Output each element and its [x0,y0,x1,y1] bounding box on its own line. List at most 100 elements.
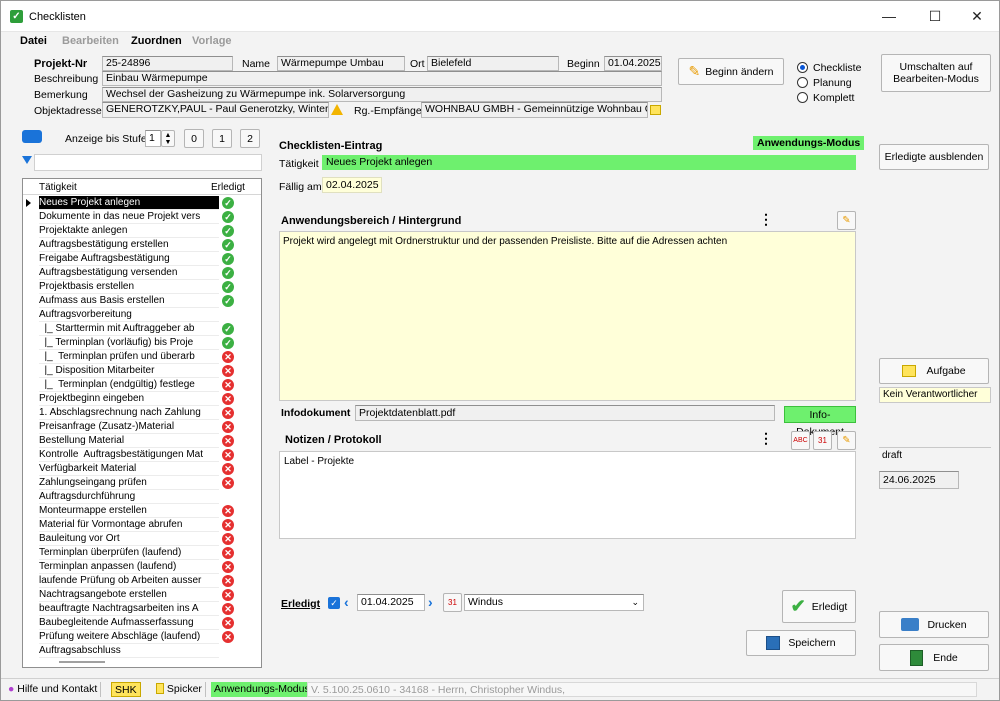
tree-row[interactable]: Kontrolle Auftragsbestätigungen Mat ✕ [23,448,261,462]
done-check-icon[interactable]: ✓ [222,281,234,293]
menu-bearbeiten[interactable]: Bearbeiten [62,35,119,47]
anwendung-edit-icon[interactable]: ✎ [837,211,856,230]
tree-row[interactable]: Preisanfrage (Zusatz-)Material ✕ [23,420,261,434]
shk-item[interactable]: SHK [111,682,141,697]
tree-row[interactable]: |_ Disposition Mitarbeiter ✕ [23,364,261,378]
tree-row[interactable]: Auftragsabschluss [23,644,261,658]
done-check-icon[interactable]: ✓ [222,267,234,279]
anwendung-text[interactable]: Projekt wird angelegt mit Ordnerstruktur… [279,231,856,401]
calendar-icon[interactable]: 31 [813,431,832,450]
tree-row[interactable]: Verfügbarkeit Material ✕ [23,462,261,476]
open-x-icon[interactable]: ✕ [222,449,234,461]
radio-checkliste[interactable] [797,62,808,73]
open-x-icon[interactable]: ✕ [222,533,234,545]
notizen-text[interactable]: Label - Projekte [279,451,856,539]
open-x-icon[interactable]: ✕ [222,617,234,629]
warning-icon[interactable] [331,104,343,115]
next-date-icon[interactable]: › [428,595,440,610]
tree-row[interactable]: |_ Terminplan prüfen und überarb ✕ [23,350,261,364]
tree-row[interactable]: Freigabe Auftragsbestätigung ✓ [23,252,261,266]
note-icon[interactable] [650,105,661,115]
tree-row[interactable]: Terminplan überprüfen (laufend) ✕ [23,546,261,560]
radio-planung[interactable] [797,77,808,88]
open-x-icon[interactable]: ✕ [222,351,234,363]
open-x-icon[interactable]: ✕ [222,477,234,489]
tree-row[interactable]: Nachtragsangebote erstellen ✕ [23,588,261,602]
erledigt-date-field[interactable]: 01.04.2025 [357,594,425,611]
menu-vorlage[interactable]: Vorlage [192,35,232,47]
faellig-field[interactable]: 02.04.2025 [322,177,382,193]
open-x-icon[interactable]: ✕ [222,519,234,531]
done-check-icon[interactable]: ✓ [222,239,234,251]
done-check-icon[interactable]: ✓ [222,211,234,223]
tree-row[interactable]: beauftragte Nachtragsarbeiten ins A ✕ [23,602,261,616]
spellcheck-icon[interactable]: ABC [791,431,810,450]
open-x-icon[interactable]: ✕ [222,547,234,559]
tree-row[interactable]: Bauleitung vor Ort ✕ [23,532,261,546]
tree-row[interactable]: |_ Starttermin mit Auftraggeber ab ✓ [23,322,261,336]
filter-icon[interactable] [22,156,32,164]
notizen-menu-icon[interactable]: ⋮ [759,431,773,445]
open-x-icon[interactable]: ✕ [222,393,234,405]
menu-datei[interactable]: Datei [20,35,47,47]
open-x-icon[interactable]: ✕ [222,463,234,475]
tree-scrollbar[interactable] [59,661,105,663]
open-x-icon[interactable]: ✕ [222,631,234,643]
tree-row[interactable]: Prüfung weitere Abschläge (laufend) ✕ [23,630,261,644]
checklist-tree[interactable]: Tätigkeit Erledigt Neues Projekt anlegen… [22,178,262,668]
spicker-item[interactable]: Spicker [153,682,206,697]
tree-row[interactable]: Terminplan anpassen (laufend) ✕ [23,560,261,574]
tree-row[interactable]: Bestellung Material ✕ [23,434,261,448]
filter-input[interactable] [34,154,262,171]
prev-date-icon[interactable]: ‹ [344,595,356,610]
erledigte-ausblenden-button[interactable]: Erledigte ausblenden [879,144,989,170]
eraser-icon[interactable] [22,130,42,143]
menu-zuordnen[interactable]: Zuordnen [131,35,182,47]
tree-row[interactable]: |_ Terminplan (vorläufig) bis Proje ✓ [23,336,261,350]
erledigt-user-select[interactable]: Windus ⌄ [464,594,644,611]
open-x-icon[interactable]: ✕ [222,505,234,517]
tree-row[interactable]: Projektbasis erstellen ✓ [23,280,261,294]
hilfe-kontakt-item[interactable]: ● Hilfe und Kontakt [5,682,102,697]
stufe-spinner[interactable]: ▲ ▼ [161,130,175,147]
info-dokument-button[interactable]: Info-Dokument [784,406,856,438]
erledigt-checkbox[interactable]: ✓ [328,597,340,609]
open-x-icon[interactable]: ✕ [222,365,234,377]
taetigkeit-field[interactable]: Neues Projekt anlegen [322,155,856,170]
stufe-input[interactable]: 1 [145,130,161,147]
done-check-icon[interactable]: ✓ [222,323,234,335]
notizen-edit-icon[interactable]: ✎ [837,431,856,450]
tree-row[interactable]: Neues Projekt anlegen ✓ [23,196,261,210]
open-x-icon[interactable]: ✕ [222,561,234,573]
erledigt-button[interactable]: ✔ Erledigt [782,590,856,623]
tree-row[interactable]: Material für Vormontage abrufen ✕ [23,518,261,532]
stufe-0-button[interactable]: 0 [184,129,204,148]
done-check-icon[interactable]: ✓ [222,337,234,349]
open-x-icon[interactable]: ✕ [222,603,234,615]
tree-row[interactable]: Aufmass aus Basis erstellen ✓ [23,294,261,308]
tree-row[interactable]: Baubegleitende Aufmasserfassung ✕ [23,616,261,630]
tree-row[interactable]: Auftragsdurchführung [23,490,261,504]
aufgabe-button[interactable]: Aufgabe [879,358,989,384]
done-check-icon[interactable]: ✓ [222,225,234,237]
tree-row[interactable]: Dokumente in das neue Projekt vers ✓ [23,210,261,224]
done-check-icon[interactable]: ✓ [222,197,234,209]
maximize-button[interactable]: ☐ [913,1,957,32]
tree-row[interactable]: Monteurmappe erstellen ✕ [23,504,261,518]
open-x-icon[interactable]: ✕ [222,435,234,447]
open-x-icon[interactable]: ✕ [222,575,234,587]
tree-row[interactable]: Auftragsbestätigung erstellen ✓ [23,238,261,252]
done-check-icon[interactable]: ✓ [222,253,234,265]
done-check-icon[interactable]: ✓ [222,295,234,307]
open-x-icon[interactable]: ✕ [222,407,234,419]
tree-row[interactable]: Auftragsvorbereitung [23,308,261,322]
tree-row[interactable]: Zahlungseingang prüfen ✕ [23,476,261,490]
speichern-button[interactable]: Speichern [746,630,856,656]
date-picker-icon[interactable]: 31 [443,593,462,612]
tree-row[interactable]: Auftragsbestätigung versenden ✓ [23,266,261,280]
stufe-1-button[interactable]: 1 [212,129,232,148]
open-x-icon[interactable]: ✕ [222,589,234,601]
tree-row[interactable]: laufende Prüfung ob Arbeiten ausser ✕ [23,574,261,588]
anwendung-menu-icon[interactable]: ⋮ [759,212,773,226]
minimize-button[interactable]: — [867,1,911,32]
